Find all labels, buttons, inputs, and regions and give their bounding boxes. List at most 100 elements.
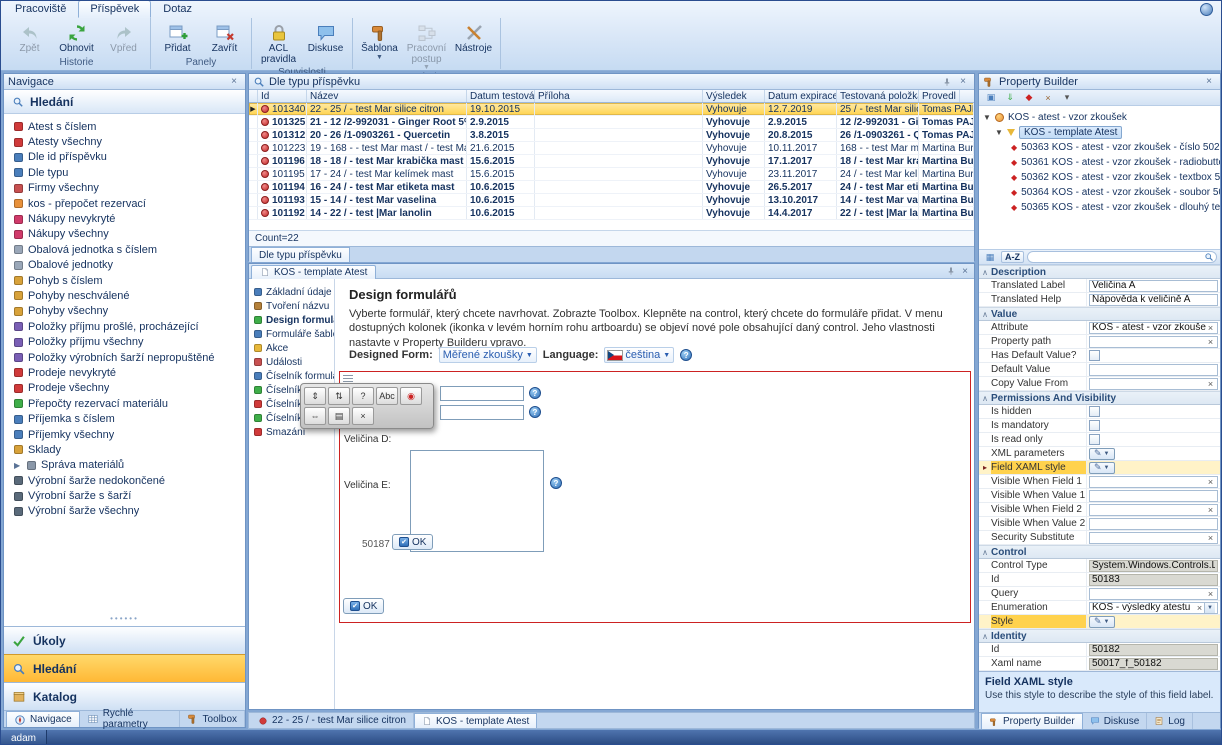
property-row[interactable]: Permissions And Visibility × ▼ ✎▼ bbox=[979, 391, 1220, 405]
accordion-bar[interactable]: Hledání bbox=[4, 654, 245, 682]
property-value-input[interactable]: 50183 × ▼ bbox=[1089, 574, 1218, 586]
designed-form-select[interactable]: Měřené zkoušky▼ bbox=[439, 347, 537, 363]
side-tab[interactable]: Toolbox bbox=[180, 711, 245, 727]
tree-field-node[interactable]: ◆ 50361 KOS - atest - vzor zkoušek - rad… bbox=[979, 155, 1220, 170]
document-tab[interactable]: 22 - 25 / - test Mar silice citron bbox=[251, 713, 414, 728]
checkbox[interactable] bbox=[1089, 350, 1100, 361]
table-row[interactable]: ▶ 101194 16 - 24 / - test Mar etiketa ma… bbox=[249, 181, 974, 194]
nav-item[interactable]: ▶ Nákupy nevykryté bbox=[4, 211, 245, 226]
nav-item[interactable]: ▶ Prodeje nevykryté bbox=[4, 365, 245, 380]
nav-item[interactable]: ▶ Výrobní šarže s šarží bbox=[4, 488, 245, 503]
property-value-input[interactable]: × ▼ bbox=[1089, 518, 1218, 530]
expander-icon[interactable]: ▼ bbox=[983, 113, 991, 122]
table-row[interactable]: ▶ 101192 14 - 22 / - test |Mar lanolin 1… bbox=[249, 207, 974, 220]
column-header[interactable]: Datum expirace bbox=[765, 90, 837, 102]
nav-item[interactable]: ▶ Firmy všechny bbox=[4, 181, 245, 196]
help-icon[interactable]: ? bbox=[550, 477, 562, 489]
tree-template-node[interactable]: ▼ KOS - template Atest bbox=[979, 125, 1220, 140]
chevron-down-icon[interactable]: ▼ bbox=[1204, 603, 1215, 613]
palette-control-button[interactable]: ⇅ bbox=[328, 387, 350, 405]
nav-item[interactable]: ▶ Položky příjmu prošlé, procházející bbox=[4, 319, 245, 334]
ribbon-button[interactable]: Šablona ▼ bbox=[356, 19, 403, 71]
property-value-input[interactable]: Nápověda k veličině A × ▼ bbox=[1089, 294, 1218, 306]
property-row[interactable]: Is read only × ▼ ✎▼ bbox=[979, 433, 1220, 447]
bottom-tab[interactable]: Property Builder bbox=[981, 713, 1083, 729]
nav-item[interactable]: ▶ Prodeje všechny bbox=[4, 381, 245, 396]
clear-icon[interactable]: × bbox=[1206, 477, 1215, 487]
ribbon-tab[interactable]: Dotaz bbox=[151, 0, 204, 18]
palette-control-button[interactable]: × bbox=[352, 407, 374, 425]
table-row[interactable]: ▶ 101195 17 - 24 / - test Mar kelímek ma… bbox=[249, 168, 974, 181]
pin-icon[interactable] bbox=[942, 77, 952, 87]
field-b-input[interactable] bbox=[440, 386, 524, 401]
bottom-tab[interactable]: Log bbox=[1147, 713, 1193, 729]
property-value-input[interactable]: KOS - atest - vzor zkoušek - ra × ▼ bbox=[1089, 322, 1218, 334]
designer-tab[interactable]: KOS - template Atest bbox=[251, 265, 376, 279]
nav-item[interactable]: ▶ kos - přepočet rezervací bbox=[4, 196, 245, 211]
property-value-input[interactable]: × ▼ bbox=[1089, 378, 1218, 390]
tree-field-node[interactable]: ◆ 50364 KOS - atest - vzor zkoušek - sou… bbox=[979, 185, 1220, 200]
designer-menu-item[interactable]: Akce bbox=[249, 341, 334, 355]
checkbox[interactable] bbox=[1089, 406, 1100, 417]
accordion-bar[interactable]: Úkoly bbox=[4, 626, 245, 654]
nav-item[interactable]: ▶ Příjemky všechny bbox=[4, 427, 245, 442]
property-value-input[interactable]: 50182 × ▼ bbox=[1089, 644, 1218, 656]
toolbar-button[interactable]: ◆ bbox=[1021, 91, 1037, 104]
property-value-input[interactable]: × ▼ bbox=[1089, 588, 1218, 600]
clear-icon[interactable]: × bbox=[1206, 505, 1215, 515]
column-header[interactable]: Datum testování bbox=[467, 90, 535, 102]
nav-item[interactable]: ▶ Pohyby všechny bbox=[4, 304, 245, 319]
ribbon-button[interactable]: Pracovní postup ▼ bbox=[403, 19, 450, 71]
property-value-input[interactable]: × ▼ bbox=[1089, 532, 1218, 544]
property-row[interactable]: Enumeration KOS - výsledky atestu × ▼ ✎▼ bbox=[979, 601, 1220, 615]
tree-root-node[interactable]: ▼ KOS - atest - vzor zkoušek bbox=[979, 110, 1220, 125]
nav-item[interactable]: ▶ Přepočty rezervací materiálu bbox=[4, 396, 245, 411]
property-row[interactable]: Translated Help Nápověda k veličině A × … bbox=[979, 293, 1220, 307]
ribbon-button[interactable]: Přidat ▼ bbox=[154, 19, 201, 56]
nav-item[interactable]: ▶ Položky výrobních šarží nepropuštěné bbox=[4, 350, 245, 365]
toolbar-button[interactable]: × bbox=[1040, 91, 1056, 104]
property-row[interactable]: Visible When Field 2 × ▼ ✎▼ bbox=[979, 503, 1220, 517]
property-row[interactable]: Is mandatory × ▼ ✎▼ bbox=[979, 419, 1220, 433]
property-row[interactable]: Description × ▼ ✎▼ bbox=[979, 265, 1220, 279]
nav-item[interactable]: ▶ Pohyby neschválené bbox=[4, 288, 245, 303]
property-row[interactable]: Security Substitute × ▼ ✎▼ bbox=[979, 531, 1220, 545]
document-tab[interactable]: KOS - template Atest bbox=[414, 713, 537, 728]
designer-menu-item[interactable]: Číselník formulářů bbox=[249, 369, 334, 383]
property-value-input[interactable]: System.Windows.Controls.ListBox × ▼ bbox=[1089, 560, 1218, 572]
sort-az-button[interactable]: A-Z bbox=[1001, 251, 1024, 263]
checkbox[interactable] bbox=[1089, 434, 1100, 445]
splitter-handle[interactable]: •••••• bbox=[4, 616, 245, 623]
property-row[interactable]: Visible When Value 2 × ▼ ✎▼ bbox=[979, 517, 1220, 531]
property-value-input[interactable]: × ▼ bbox=[1089, 364, 1218, 376]
pin-icon[interactable] bbox=[946, 266, 956, 276]
property-row[interactable]: Id 50182 × ▼ ✎▼ bbox=[979, 643, 1220, 657]
edit-style-button[interactable]: ✎▼ bbox=[1089, 616, 1115, 628]
expander-icon[interactable]: ▶ bbox=[14, 461, 22, 470]
side-tab[interactable]: Navigace bbox=[6, 711, 80, 727]
property-row[interactable]: Visible When Value 1 × ▼ ✎▼ bbox=[979, 489, 1220, 503]
property-row[interactable]: Identity × ▼ ✎▼ bbox=[979, 629, 1220, 643]
clear-icon[interactable]: × bbox=[1206, 589, 1215, 599]
tree-field-node[interactable]: ◆ 50362 KOS - atest - vzor zkoušek - tex… bbox=[979, 170, 1220, 185]
ribbon-button[interactable]: Vpřed ▼ bbox=[100, 19, 147, 56]
column-header[interactable]: Id bbox=[258, 90, 307, 102]
toolbar-button[interactable]: ▾ bbox=[1059, 91, 1075, 104]
property-row[interactable]: Visible When Field 1 × ▼ ✎▼ bbox=[979, 475, 1220, 489]
property-row[interactable]: Value × ▼ ✎▼ bbox=[979, 307, 1220, 321]
close-icon[interactable]: × bbox=[958, 266, 972, 277]
side-tab[interactable]: Rychlé parametry bbox=[80, 711, 180, 727]
designer-menu-item[interactable]: Formuláře šablony bbox=[249, 327, 334, 341]
nav-item[interactable]: ▶ Atesty všechny bbox=[4, 134, 245, 149]
close-icon[interactable]: × bbox=[227, 76, 241, 87]
column-header[interactable]: Testovaná položka bbox=[837, 90, 919, 102]
table-row[interactable]: ▶ 101340 22 - 25 / - test Mar silice cit… bbox=[249, 103, 974, 116]
checkbox[interactable] bbox=[1089, 420, 1100, 431]
property-value-input[interactable]: × ▼ bbox=[1089, 476, 1218, 488]
ribbon-tab[interactable]: Příspěvek bbox=[78, 0, 151, 18]
column-header[interactable]: Název bbox=[307, 90, 467, 102]
property-row[interactable]: Query × ▼ ✎▼ bbox=[979, 587, 1220, 601]
property-row[interactable]: Copy Value From × ▼ ✎▼ bbox=[979, 377, 1220, 391]
help-icon[interactable]: ? bbox=[529, 406, 541, 418]
ribbon-button[interactable]: ACL pravidla ▼ bbox=[255, 19, 302, 66]
